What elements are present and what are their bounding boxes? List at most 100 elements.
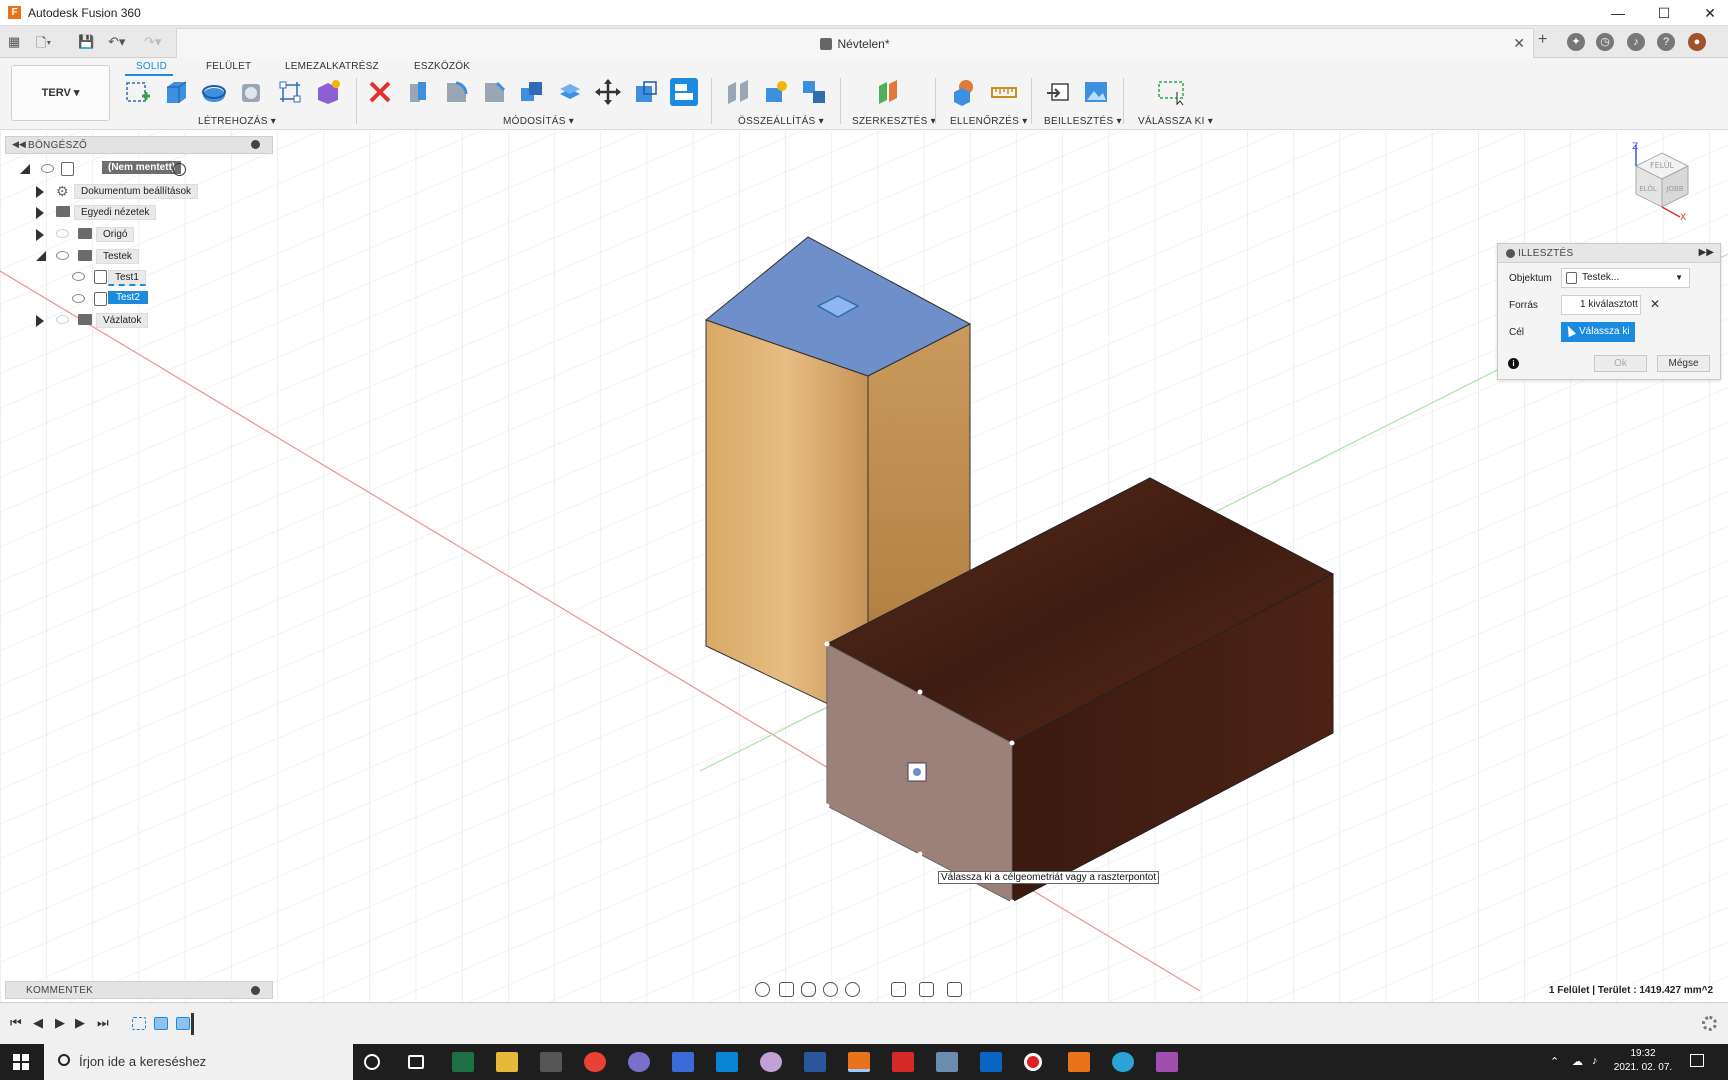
create-form-icon[interactable] [276,78,304,106]
dialog-minimize-icon[interactable] [1506,249,1515,258]
app-icon[interactable] [1156,1052,1178,1072]
orbit-icon[interactable] [755,982,770,997]
measure-icon[interactable] [990,78,1018,106]
fillet-icon[interactable] [442,78,470,106]
maximize-button[interactable]: ☐ [1642,2,1686,24]
save-disk-icon[interactable] [672,1052,694,1072]
redo-icon[interactable]: ↷▾ [144,34,161,50]
collapsed-arrow-icon[interactable] [36,186,44,198]
extensions-icon[interactable]: ✦ [1567,33,1585,51]
minimize-button[interactable]: — [1596,2,1640,24]
timeline-feature-extrude-icon[interactable] [154,1017,168,1030]
scale-icon[interactable] [632,78,660,106]
fusion-360-taskbar-icon[interactable] [848,1052,870,1072]
app-icon[interactable] [1068,1052,1090,1072]
visibility-eye-icon[interactable] [56,251,69,260]
step-back-icon[interactable]: ◀ [33,1015,43,1031]
visibility-eye-icon[interactable] [72,294,85,303]
ok-button[interactable]: Ok [1594,355,1647,372]
word-icon[interactable] [804,1052,826,1072]
tree-item-bodies[interactable]: Testek [36,248,196,266]
pan-icon[interactable] [801,982,816,997]
viewports-icon[interactable] [947,982,962,997]
visibility-eye-icon[interactable] [56,315,69,324]
dialog-header[interactable]: ILLESZTÉS ▶▶ [1498,244,1720,263]
insert-canvas-icon[interactable] [1082,78,1110,106]
edge-icon[interactable] [1112,1052,1134,1072]
browser-panel-header[interactable]: ◀◀ BÖNGÉSZŐ [5,136,273,154]
taskbar-search-box[interactable]: Írjon ide a kereséshez [44,1044,353,1080]
file-explorer-icon[interactable] [496,1052,518,1072]
root-component-label[interactable]: (Nem mentett) [102,161,182,174]
chrome-icon[interactable] [584,1052,606,1072]
collapsed-arrow-icon[interactable] [36,229,44,241]
collapse-panel-icon[interactable]: ◀◀ [12,139,26,150]
as-built-joint-icon[interactable] [800,78,828,106]
timeline-feature-extrude-icon[interactable] [176,1017,190,1030]
tree-item-named-views[interactable]: Egyedi nézetek [36,204,196,222]
inspect-group-label[interactable]: ELLENŐRZÉS ▾ [950,116,1028,127]
step-forward-icon[interactable]: ▶ [75,1015,85,1031]
task-view-icon[interactable] [408,1055,424,1069]
data-panel-grid-icon[interactable]: ▦ [8,34,20,50]
insert-derive-component-icon[interactable] [1044,78,1072,106]
tree-item-body2[interactable]: Test2 [72,291,192,309]
chamfer-icon[interactable] [480,78,508,106]
create-group-label[interactable]: LÉTREHOZÁS ▾ [198,116,276,127]
tree-root[interactable]: (Nem mentett) [20,161,200,179]
display-settings-icon[interactable] [891,982,906,997]
play-icon[interactable]: ▶ [55,1015,65,1031]
help-icon[interactable]: ? [1657,33,1675,51]
new-component-icon[interactable] [724,78,752,106]
object-select[interactable]: Testek... ▼ [1561,268,1690,288]
tab-sheet-metal[interactable]: LEMEZALKATRÉSZ [285,61,379,72]
interference-icon[interactable] [950,78,978,106]
close-window-button[interactable]: ✕ [1688,2,1728,24]
select-group-label[interactable]: VÁLASSZA KI ▾ [1138,116,1213,127]
activate-radio-icon[interactable] [173,163,186,176]
cortana-icon[interactable] [364,1054,380,1070]
tree-item-body1[interactable]: Test1 [72,269,192,287]
modify-group-label[interactable]: MÓDOSÍTÁS ▾ [503,116,574,127]
move-copy-icon[interactable] [594,78,622,106]
construct-group-label[interactable]: SZERKESZTÉS ▾ [852,116,936,127]
look-at-icon[interactable] [779,982,794,997]
undo-icon[interactable]: ↶▾ [108,34,125,50]
joint-icon[interactable] [762,78,790,106]
workspace-switcher-button[interactable]: TERV ▾ [11,65,110,121]
view-cube[interactable]: FELÜL ELÖL JOBB Z X [1622,141,1702,221]
go-to-end-icon[interactable]: ⏭ [97,1015,109,1031]
paint-icon[interactable] [760,1052,782,1072]
file-menu-icon[interactable]: 🗋▾ [36,34,51,56]
volume-icon[interactable]: ♪ [1592,1055,1598,1067]
visibility-eye-icon[interactable] [41,164,54,173]
save-icon[interactable]: 💾 [78,34,94,50]
add-comment-icon[interactable] [251,986,260,995]
model-canvas[interactable] [0,131,1728,1002]
notification-center-icon[interactable] [1690,1054,1704,1067]
3d-viewport[interactable]: FELÜL ELÖL JOBB Z X [0,131,1728,1002]
calculator-icon[interactable] [540,1052,562,1072]
collapsed-arrow-icon[interactable] [36,207,44,219]
show-hidden-icons-icon[interactable]: ⌃ [1550,1055,1559,1068]
comments-panel-header[interactable]: KOMMENTEK [5,981,273,999]
document-tab[interactable]: Névtelen* ✕ [176,28,1534,58]
timeline-feature-sketch-icon[interactable] [132,1017,146,1030]
press-pull-icon[interactable] [404,78,432,106]
job-status-icon[interactable]: ◷ [1596,33,1614,51]
selection-box-icon[interactable] [1157,78,1185,106]
outlook-icon[interactable] [980,1052,1002,1072]
cancel-button[interactable]: Mégse [1657,355,1710,372]
insert-group-label[interactable]: BEILLESZTÉS ▾ [1044,116,1122,127]
extrude-icon[interactable] [162,78,190,106]
tab-surface[interactable]: FELÜLET [206,61,251,72]
pin-panel-icon[interactable] [251,140,260,149]
insert-derive-icon[interactable] [314,78,342,106]
timeline-marker[interactable] [191,1013,194,1035]
autocad-icon[interactable] [892,1052,914,1072]
timeline-settings-gear-icon[interactable] [1702,1016,1717,1031]
tab-tools[interactable]: ESZKÖZÖK [414,61,470,72]
align-tool-icon[interactable] [670,78,698,106]
assemble-group-label[interactable]: ÖSSZEÁLLÍTÁS ▾ [738,116,824,127]
tree-item-sketches[interactable]: Vázlatok [36,312,196,330]
